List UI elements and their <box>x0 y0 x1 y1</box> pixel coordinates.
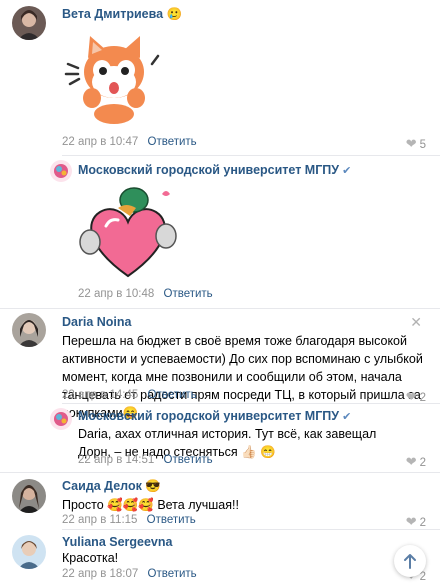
heart-icon: ❤ <box>405 389 417 404</box>
like-button[interactable]: ❤ 5 <box>406 136 426 152</box>
comment-yuliana: Yuliana Sergeevna Красотка! 22 апр в 18:… <box>0 530 440 584</box>
comment-meta: 22 апр в 14:51 Ответить <box>78 454 213 466</box>
avatar[interactable] <box>50 408 72 430</box>
scroll-up-button[interactable] <box>394 545 426 577</box>
verified-icon: ✔ <box>342 411 352 423</box>
reply-button[interactable]: Ответить <box>148 389 197 401</box>
comment-veta: Вета Дмитриева 🥲 22 апр в 10:47 Ответить <box>0 0 440 152</box>
heart-icon: ❤ <box>405 454 417 469</box>
comment-saida: Саида Делок 😎 Просто 🥰🥰🥰 Вета лучшая!! 2… <box>0 473 440 529</box>
avatar[interactable] <box>12 535 46 569</box>
comment-daria: Daria Noina ✕ Перешла на бюджет в своё в… <box>0 309 440 420</box>
comment-meta: 22 апр в 10:47 Ответить <box>62 136 197 148</box>
comment-time[interactable]: 22 апр в 18:07 <box>62 568 138 580</box>
comment-meta: 22 апр в 18:07 Ответить <box>62 568 197 580</box>
comment-author[interactable]: Yuliana Sergeevna <box>62 535 172 549</box>
like-button[interactable]: ❤2 <box>406 454 426 470</box>
reply-button[interactable]: Ответить <box>147 514 196 526</box>
comment-author[interactable]: Московский городской университет МГПУ ✔ <box>78 409 351 423</box>
cat-sticker <box>62 28 162 127</box>
heart-icon: ❤ <box>405 136 417 151</box>
comment-author[interactable]: Саида Делок 😎 <box>62 479 161 494</box>
avatar[interactable] <box>12 6 46 40</box>
reply-button[interactable]: Ответить <box>164 288 213 300</box>
reply-mgpu-sticker: Московский городской университет МГПУ ✔ 2… <box>0 156 440 306</box>
reply-button[interactable]: Ответить <box>148 136 197 148</box>
like-count: 5 <box>419 139 426 151</box>
comment-time[interactable]: 22 апр в 11:15 <box>62 514 137 526</box>
author-emoji: 😎 <box>145 479 161 493</box>
comment-time[interactable]: 22 апр в 10:47 <box>62 136 138 148</box>
close-icon[interactable]: ✕ <box>410 314 422 331</box>
comment-author[interactable]: Московский городской университет МГПУ ✔ <box>78 163 351 177</box>
like-button[interactable]: ❤2 <box>406 514 426 530</box>
comment-author[interactable]: Вета Дмитриева 🥲 <box>62 7 182 22</box>
heart-sticker <box>78 186 178 285</box>
comment-time[interactable]: 22 апр в 14:45 <box>62 389 138 401</box>
author-emoji: 🥲 <box>166 7 183 21</box>
comment-time[interactable]: 22 апр в 14:51 <box>78 454 154 466</box>
reply-button[interactable]: Ответить <box>164 454 213 466</box>
comment-time[interactable]: 22 апр в 10:48 <box>78 288 154 300</box>
heart-icon: ❤ <box>405 514 417 529</box>
comment-text: Просто 🥰🥰🥰 Вета лучшая!! <box>62 498 239 512</box>
verified-icon: ✔ <box>342 165 352 177</box>
comment-text: Красотка! <box>62 551 119 565</box>
reply-mgpu-text: Московский городской университет МГПУ ✔ D… <box>0 404 440 474</box>
avatar[interactable] <box>50 160 72 182</box>
like-count: 2 <box>419 457 426 469</box>
comment-meta: 22 апр в 14:45 Ответить <box>62 389 197 401</box>
arrow-up-icon <box>404 554 416 569</box>
comment-meta: 22 апр в 10:48 Ответить <box>78 288 213 300</box>
comment-meta: 22 апр в 11:15 Ответить <box>62 514 196 526</box>
comment-author[interactable]: Daria Noina <box>62 315 131 329</box>
avatar[interactable] <box>12 479 46 513</box>
reply-button[interactable]: Ответить <box>148 568 197 580</box>
like-count: 2 <box>419 517 426 529</box>
avatar[interactable] <box>12 313 46 347</box>
